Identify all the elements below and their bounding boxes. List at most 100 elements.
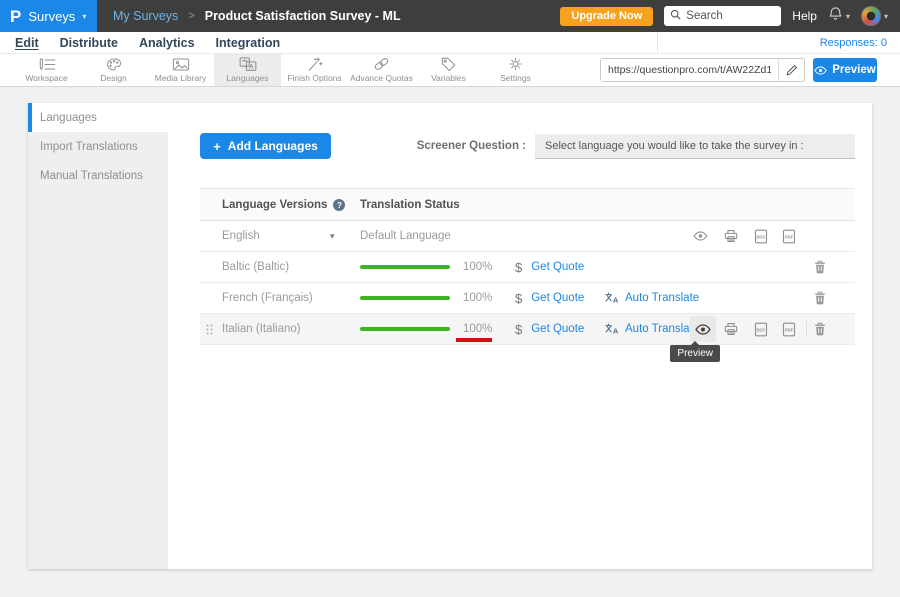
toolbar-item-label: Languages [226,73,268,83]
global-search[interactable] [664,6,781,26]
toolbar-item-label: Media Library [155,73,207,83]
toolbar-item-design[interactable]: Design [80,54,147,86]
upgrade-now-button[interactable]: Upgrade Now [560,7,653,26]
caret-down-icon: ▾ [846,12,850,21]
print-icon[interactable] [724,314,738,344]
auto-translate-label: Auto Translate [625,292,699,304]
bell-icon [828,6,843,26]
survey-section-nav: Edit Distribute Analytics Integration Re… [0,32,900,54]
tab-edit[interactable]: Edit [15,36,39,50]
translation-progress-bar [360,265,450,269]
translate-icon: A [605,323,619,335]
tab-integration[interactable]: Integration [216,36,281,50]
tab-distribute[interactable]: Distribute [60,36,118,50]
delete-language-icon[interactable] [814,314,826,344]
table-header: Language Versions ? Translation Status [200,188,855,221]
get-quote-label: Get Quote [531,323,584,335]
table-row-english: English ▾ Default Language DOC [200,221,855,252]
toolbar-item-advance-quotas[interactable]: Advance Quotas [348,54,415,86]
language-name-select[interactable]: English [222,221,260,251]
search-icon [670,7,681,25]
tab-analytics[interactable]: Analytics [139,36,195,50]
screener-question-select[interactable]: Select language you would like to take t… [535,134,855,159]
print-icon[interactable] [724,221,738,251]
caret-down-icon: ▾ [82,12,86,21]
delete-language-icon[interactable] [814,283,826,313]
get-quote-label: Get Quote [531,261,584,273]
language-name: French (Français) [222,283,313,313]
get-quote-link[interactable]: $ Get Quote [515,314,584,344]
notifications-button[interactable]: ▾ [828,6,850,26]
sidebar-item-import-translations[interactable]: Import Translations [28,132,168,161]
action-row: + Add Languages Screener Question : Sele… [200,133,855,159]
auto-translate-link[interactable]: A Auto Translate [605,314,699,344]
svg-text:DOC: DOC [756,327,765,332]
preview-tooltip: Preview [670,345,720,362]
add-languages-button[interactable]: + Add Languages [200,133,331,159]
top-navbar: P Surveys ▾ My Surveys > Product Satisfa… [0,0,900,32]
toolbar-item-languages[interactable]: A Languages [214,54,281,86]
plus-icon: + [213,139,221,154]
auto-translate-link[interactable]: A Auto Translate [605,283,699,313]
translate-icon: A [239,57,257,71]
delete-language-icon[interactable] [814,252,826,282]
drag-handle[interactable] [206,314,213,344]
translation-progress-bar [360,327,450,331]
sidebar-item-manual-translations[interactable]: Manual Translations [28,161,168,190]
get-quote-label: Get Quote [531,292,584,304]
add-languages-label: Add Languages [228,139,318,153]
dollar-icon: $ [515,260,522,275]
toolbar-item-finish-options[interactable]: Finish Options [281,54,348,86]
screener-question-label: Screener Question : [417,140,526,152]
get-quote-link[interactable]: $ Get Quote [515,252,584,282]
preview-button[interactable]: Preview [813,58,877,82]
account-menu[interactable]: ▾ [861,6,888,26]
table-row-baltic: Baltic (Baltic) 100% $ Get Quote [200,252,855,283]
responses-count[interactable]: Responses: 0 [657,32,900,53]
svg-text:A: A [613,296,619,304]
navbar-right-group: Upgrade Now Help ▾ ▾ [560,6,900,26]
edit-toolbar: Workspace Design Media Library A Languag… [0,54,900,87]
export-doc-icon[interactable]: DOC [754,314,768,344]
product-menu[interactable]: P Surveys ▾ [0,0,97,32]
export-pdf-icon[interactable]: PDF [782,314,796,344]
svg-text:PDF: PDF [785,327,794,332]
toolbar-item-variables[interactable]: Variables [415,54,482,86]
eye-icon [695,324,711,335]
pencil-icon [786,64,798,76]
col-language-versions: Language Versions [222,199,327,211]
language-versions-table: Language Versions ? Translation Status E… [200,188,855,345]
survey-url-input[interactable] [601,59,778,81]
language-name: Italian (Italiano) [222,314,301,344]
help-link[interactable]: Help [792,9,817,23]
settings-sidebar: Languages Import Translations Manual Tra… [28,103,168,569]
app-window: P Surveys ▾ My Surveys > Product Satisfa… [0,0,900,597]
toolbar-item-media-library[interactable]: Media Library [147,54,214,86]
edit-url-button[interactable] [778,59,804,81]
default-language-label: Default Language [360,221,451,251]
toolbar-item-label: Variables [431,73,466,83]
search-input[interactable] [686,10,775,22]
export-doc-icon[interactable]: DOC [754,221,768,251]
help-icon[interactable]: ? [333,199,345,211]
palette-icon [106,58,122,71]
toolbar-item-settings[interactable]: Settings [482,54,549,86]
preview-eye-icon[interactable] [693,221,708,251]
page-title: Product Satisfaction Survey - ML [205,9,401,23]
caret-down-icon[interactable]: ▾ [330,221,335,251]
translation-progress-bar [360,296,450,300]
image-icon [172,58,190,71]
translation-progress-value: 100% [463,252,492,282]
toolbar-item-workspace[interactable]: Workspace [13,54,80,86]
preview-eye-button-hovered[interactable] [690,316,716,342]
table-row-french: French (Français) 100% $ Get Quote A Aut… [200,283,855,314]
toolbar-item-label: Finish Options [287,73,341,83]
tag-icon [441,57,456,71]
get-quote-link[interactable]: $ Get Quote [515,283,584,313]
table-row-italian: Italian (Italiano) 100% $ Get Quote A Au… [200,314,855,345]
col-translation-status: Translation Status [360,199,460,211]
sidebar-item-languages[interactable]: Languages [28,103,168,132]
breadcrumb-my-surveys[interactable]: My Surveys [113,9,178,23]
export-pdf-icon[interactable]: PDF [782,221,796,251]
page-content: Languages Import Translations Manual Tra… [0,87,900,597]
